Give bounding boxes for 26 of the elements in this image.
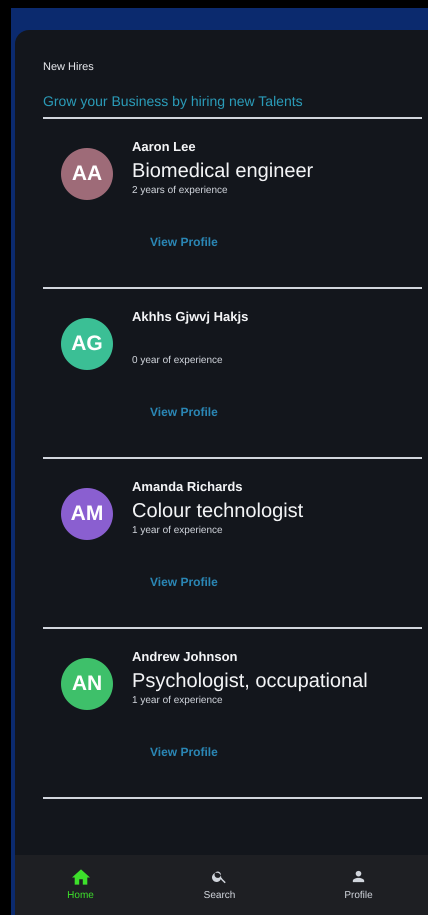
avatar: AA	[61, 148, 113, 200]
job-title: Colour technologist	[132, 499, 304, 524]
experience-text: 2 years of experience	[132, 184, 229, 198]
candidate-name: Aaron Lee	[132, 138, 197, 156]
candidate-name: Amanda Richards	[132, 478, 244, 496]
experience-text: 1 year of experience	[132, 524, 224, 538]
avatar: AM	[61, 488, 113, 540]
candidate-name: Andrew Johnson	[132, 648, 238, 666]
avatar: AN	[61, 658, 113, 710]
home-icon	[72, 868, 90, 884]
candidate-name: Akhhs Gjwvj Hakjs	[132, 308, 250, 326]
view-profile-button[interactable]: View Profile	[141, 397, 227, 427]
view-profile-button[interactable]: View Profile	[141, 737, 227, 767]
nav-tab[interactable]: Home	[15, 855, 150, 915]
person-icon	[350, 868, 367, 885]
nav-tab[interactable]: Search	[150, 855, 289, 915]
experience-text: 1 year of experience	[132, 694, 224, 708]
nav-tab[interactable]: Profile	[289, 855, 428, 915]
view-profile-button[interactable]: View Profile	[141, 567, 227, 597]
avatar: AG	[61, 318, 113, 370]
job-title: Biomedical engineer	[132, 159, 314, 184]
experience-text: 0 year of experience	[132, 354, 224, 368]
job-title: Psychologist, occupational	[132, 669, 369, 694]
section-subtitle: Grow your Business by hiring new Talents	[43, 92, 304, 110]
view-profile-button[interactable]: View Profile	[141, 227, 227, 257]
section-title: New Hires	[43, 60, 95, 74]
